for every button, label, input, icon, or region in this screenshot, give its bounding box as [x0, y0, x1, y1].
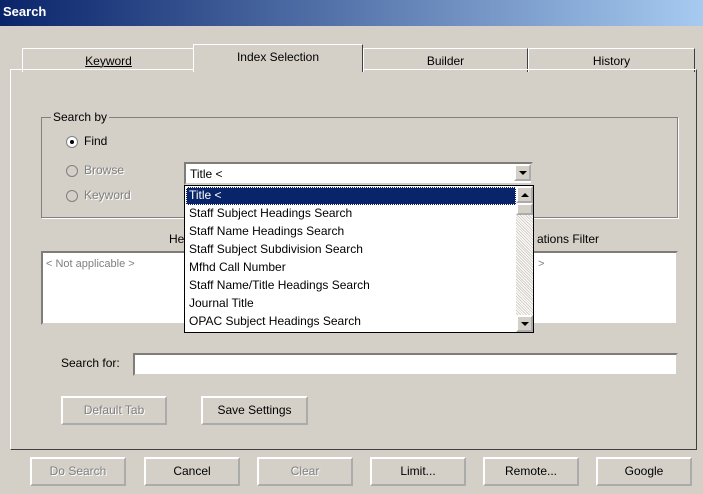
tab-keyword-label: Keyword	[85, 54, 132, 68]
search-for-label: Search for:	[61, 356, 120, 370]
left-list-header: He	[169, 232, 185, 246]
tab-index-selection-label: Index Selection	[236, 50, 320, 64]
dropdown-item-journal-title[interactable]: Journal Title	[186, 295, 516, 313]
dropdown-item-mfhd-call-number[interactable]: Mfhd Call Number	[186, 259, 516, 277]
dropdown-scrollbar[interactable]	[516, 186, 533, 332]
default-tab-button[interactable]: Default Tab	[61, 396, 167, 425]
scroll-up-button[interactable]	[516, 186, 533, 203]
scroll-down-button[interactable]	[516, 315, 533, 332]
radio-find[interactable]	[66, 136, 78, 148]
index-combobox-value: Title <	[190, 167, 223, 181]
save-settings-button[interactable]: Save Settings	[201, 396, 308, 425]
tab-builder-label: Builder	[426, 54, 465, 68]
dropdown-item-opac-subject[interactable]: OPAC Subject Headings Search	[186, 313, 516, 331]
dropdown-item-staff-subject[interactable]: Staff Subject Headings Search	[186, 205, 516, 223]
window-title: Search	[3, 4, 47, 19]
cancel-button[interactable]: Cancel	[144, 457, 240, 486]
chevron-down-icon	[518, 170, 527, 175]
index-combobox[interactable]: Title <	[184, 162, 533, 185]
dropdown-item-staff-subdivision[interactable]: Staff Subject Subdivision Search	[186, 241, 516, 259]
radio-keyword[interactable]	[66, 190, 78, 202]
clear-button[interactable]: Clear	[257, 457, 353, 486]
dropdown-item-staff-name[interactable]: Staff Name Headings Search	[186, 223, 516, 241]
radio-find-label: Find	[84, 134, 108, 148]
dropdown-items: Title < Staff Subject Headings Search St…	[186, 187, 516, 331]
remote-button[interactable]: Remote...	[483, 457, 579, 486]
right-list-placeholder: >	[538, 258, 545, 270]
scroll-thumb[interactable]	[516, 203, 533, 215]
limit-button[interactable]: Limit...	[370, 457, 466, 486]
arrow-down-icon	[520, 321, 529, 326]
dropdown-item-title[interactable]: Title <	[186, 187, 516, 205]
radio-keyword-label: Keyword	[84, 188, 131, 202]
left-list-placeholder: < Not applicable >	[46, 258, 135, 270]
tab-index-selection[interactable]: Index Selection	[193, 44, 363, 72]
right-list-header: ations Filter	[537, 232, 600, 246]
index-dropdown-list[interactable]: Title < Staff Subject Headings Search St…	[184, 185, 534, 333]
radio-find-dot	[70, 140, 74, 144]
index-combobox-button[interactable]	[514, 164, 531, 181]
radio-browse-label: Browse	[84, 163, 125, 177]
radio-browse[interactable]	[66, 165, 78, 177]
search-by-legend: Search by	[51, 110, 110, 124]
tab-history-label: History	[592, 54, 631, 68]
search-for-input[interactable]	[133, 353, 678, 376]
window-title-bar[interactable]: Search	[0, 0, 703, 26]
dropdown-item-staff-name-title[interactable]: Staff Name/Title Headings Search	[186, 277, 516, 295]
do-search-button[interactable]: Do Search	[30, 457, 126, 486]
google-button[interactable]: Google	[596, 457, 692, 486]
arrow-up-icon	[520, 192, 529, 197]
